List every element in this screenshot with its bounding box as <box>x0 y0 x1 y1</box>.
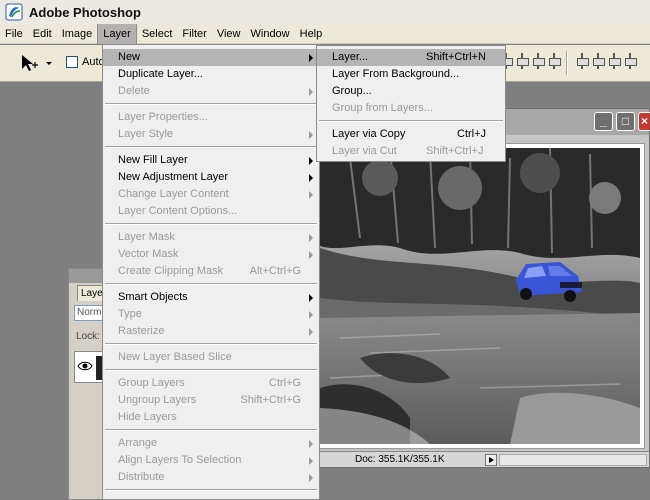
auto-select-checkbox[interactable] <box>66 56 78 68</box>
title-bar: Adobe Photoshop <box>0 0 650 24</box>
menu-item-rasterize: Rasterize <box>103 323 319 340</box>
menu-item-layer-properties: Layer Properties... <box>118 111 208 123</box>
menu-window[interactable]: Window <box>246 24 295 44</box>
distribute-buttons <box>576 53 637 73</box>
menu-separator <box>105 146 317 148</box>
toolbar-separator <box>566 51 568 75</box>
submenu-arrow-icon <box>309 251 313 259</box>
menu-item-new-group[interactable]: Group... <box>317 83 505 100</box>
status-menu-arrow-icon[interactable] <box>485 454 497 466</box>
submenu-arrow-icon <box>309 474 313 482</box>
submenu-arrow-icon <box>309 131 313 139</box>
menu-item-arrange: Arrange <box>103 435 319 452</box>
menu-item-new-layer-based-slice: New Layer Based Slice <box>118 351 232 363</box>
window-title: Adobe Photoshop <box>29 4 141 20</box>
menu-separator <box>105 429 317 431</box>
menu-separator <box>105 223 317 225</box>
menu-separator <box>319 120 503 122</box>
layer-menu: New Duplicate Layer... Delete Layer Prop… <box>102 44 320 500</box>
move-tool-icon[interactable] <box>18 52 56 74</box>
close-icon[interactable]: × <box>638 112 650 131</box>
menu-item-new-fill-layer[interactable]: New Fill Layer <box>103 152 319 169</box>
align-bottom-icon[interactable] <box>532 53 545 69</box>
menu-image[interactable]: Image <box>57 24 98 44</box>
menu-item-layer-content-options: Layer Content Options... <box>118 205 238 217</box>
submenu-arrow-icon <box>309 328 313 336</box>
menu-edit[interactable]: Edit <box>28 24 57 44</box>
menu-item-type: Type <box>103 306 319 323</box>
menu-separator <box>105 103 317 105</box>
menu-item-duplicate-layer[interactable]: Duplicate Layer... <box>103 66 319 83</box>
menu-separator <box>105 283 317 285</box>
menu-item-align-layers-to-selection: Align Layers To Selection <box>103 452 319 469</box>
menu-item-layer-via-copy[interactable]: Layer via Copy Ctrl+J <box>317 126 505 143</box>
menu-item-change-layer-content: Change Layer Content <box>103 186 319 203</box>
photoshop-app-icon <box>5 3 23 21</box>
document-canvas[interactable] <box>315 143 645 449</box>
document-window: _ □ × Doc: 355.1K/355.1K <box>308 108 650 468</box>
lock-label: Lock: <box>76 331 100 342</box>
horizontal-scrollbar[interactable] <box>499 454 647 466</box>
document-size-readout: Doc: 355.1K/355.1K <box>355 454 445 465</box>
menu-item-distribute: Distribute <box>103 469 319 486</box>
menu-item-ungroup-layers: Ungroup Layers Shift+Ctrl+G <box>118 394 301 406</box>
submenu-arrow-icon <box>309 54 313 62</box>
menu-item-layer-mask: Layer Mask <box>103 229 319 246</box>
menu-item-group-from-layers: Group from Layers... <box>332 102 433 114</box>
align-buttons <box>500 53 561 73</box>
submenu-arrow-icon <box>309 88 313 96</box>
menu-item-hide-layers: Hide Layers <box>118 411 177 423</box>
align-vcenter-icon[interactable] <box>516 53 529 69</box>
submenu-arrow-icon <box>309 234 313 242</box>
menu-item-delete: Delete <box>103 83 319 100</box>
menu-item-layer-style: Layer Style <box>103 126 319 143</box>
photo-image <box>320 148 640 444</box>
menu-item-layer-via-cut: Layer via Cut Shift+Ctrl+J <box>332 145 484 157</box>
submenu-arrow-icon <box>309 174 313 182</box>
menu-filter[interactable]: Filter <box>177 24 211 44</box>
menu-view[interactable]: View <box>212 24 246 44</box>
submenu-arrow-icon <box>309 311 313 319</box>
submenu-arrow-icon <box>309 157 313 165</box>
menu-item-new[interactable]: New <box>103 49 319 66</box>
submenu-arrow-icon <box>309 294 313 302</box>
submenu-arrow-icon <box>309 457 313 465</box>
distribute-vcenter-icon[interactable] <box>592 53 605 69</box>
menu-separator <box>105 369 317 371</box>
menu-item-group-layers: Group Layers Ctrl+G <box>118 377 301 389</box>
menu-item-create-clipping-mask: Create Clipping Mask Alt+Ctrl+G <box>118 265 301 277</box>
menu-help[interactable]: Help <box>295 24 328 44</box>
submenu-arrow-icon <box>309 191 313 199</box>
menu-layer[interactable]: Layer <box>97 23 137 44</box>
menu-select[interactable]: Select <box>137 24 178 44</box>
minimize-icon[interactable]: _ <box>594 112 613 131</box>
distribute-bottom-icon[interactable] <box>608 53 621 69</box>
menu-item-new-adjustment-layer[interactable]: New Adjustment Layer <box>103 169 319 186</box>
menu-item-vector-mask: Vector Mask <box>103 246 319 263</box>
distribute-top-icon[interactable] <box>576 53 589 69</box>
menu-file[interactable]: File <box>0 24 28 44</box>
menu-item-new-layer[interactable]: Layer... Shift+Ctrl+N <box>317 49 505 66</box>
menu-separator <box>105 489 317 491</box>
submenu-arrow-icon <box>309 440 313 448</box>
menu-item-smart-objects[interactable]: Smart Objects <box>103 289 319 306</box>
distribute-left-icon[interactable] <box>624 53 637 69</box>
maximize-icon[interactable]: □ <box>616 112 635 131</box>
document-status-bar: Doc: 355.1K/355.1K <box>309 451 649 467</box>
eye-icon[interactable] <box>77 358 93 374</box>
menu-separator <box>105 343 317 345</box>
menu-bar: File Edit Image Layer Select Filter View… <box>0 23 650 44</box>
new-submenu: Layer... Shift+Ctrl+N Layer From Backgrou… <box>316 45 506 162</box>
align-left-icon[interactable] <box>548 53 561 69</box>
menu-item-layer-from-background[interactable]: Layer From Background... <box>317 66 505 83</box>
